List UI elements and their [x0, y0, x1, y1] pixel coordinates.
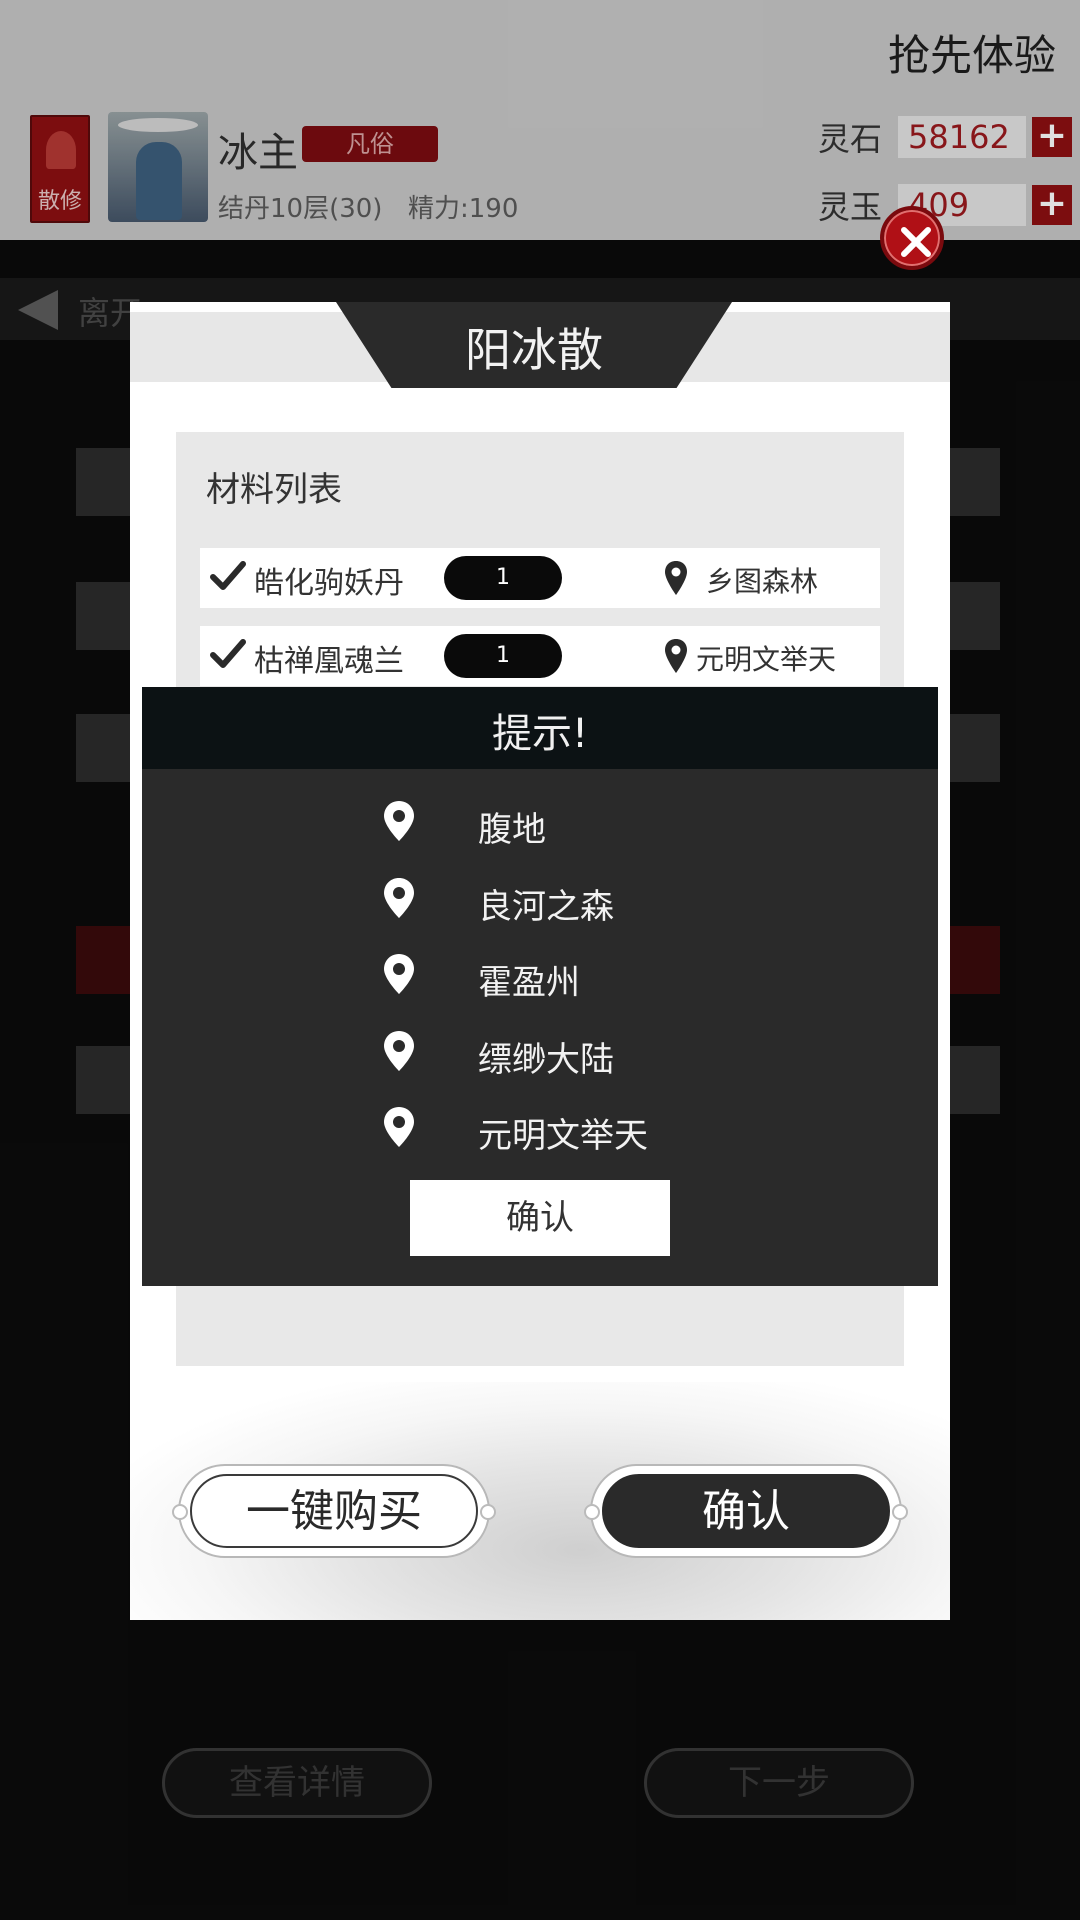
map-pin-icon [665, 561, 687, 595]
hint-location-item[interactable]: 良河之森 [142, 869, 938, 929]
material-name: 枯禅凰魂兰 [254, 644, 404, 679]
button-knob [480, 1504, 496, 1520]
map-pin-icon [384, 801, 414, 841]
dialog-confirm-label: 确认 [602, 1474, 890, 1548]
check-icon [210, 561, 246, 590]
dialog-confirm-button[interactable]: 确认 [584, 1464, 908, 1558]
map-pin-icon [384, 1031, 414, 1071]
hint-popup: 提示! 腹地 良河之森 霍盈州 缥缈大陆 元明文举天 确认 [142, 687, 938, 1286]
map-pin-icon [384, 1107, 414, 1147]
hint-location-item[interactable]: 霍盈州 [142, 945, 938, 1005]
check-icon [210, 639, 246, 668]
hint-location-item[interactable]: 缥缈大陆 [142, 1022, 938, 1082]
material-location[interactable]: 乡图森林 [706, 560, 818, 600]
hint-location-name: 腹地 [478, 810, 546, 850]
material-count: 1 [444, 556, 562, 600]
close-icon [901, 227, 931, 257]
hint-location-name: 霍盈州 [478, 963, 580, 1003]
map-pin-icon [665, 639, 687, 673]
materials-header: 材料列表 [206, 470, 342, 510]
hint-confirm-button[interactable]: 确认 [410, 1180, 670, 1256]
buy-all-label: 一键购买 [190, 1474, 478, 1548]
material-count: 1 [444, 634, 562, 678]
button-knob [172, 1504, 188, 1520]
hint-location-name: 缥缈大陆 [478, 1040, 614, 1080]
map-pin-icon [384, 878, 414, 918]
hint-location-name: 良河之森 [478, 887, 614, 927]
buy-all-button[interactable]: 一键购买 [172, 1464, 496, 1558]
material-name: 皓化驹妖丹 [254, 566, 404, 601]
button-knob [584, 1504, 600, 1520]
hint-title: 提示! [491, 711, 589, 757]
map-pin-icon [384, 954, 414, 994]
material-location[interactable]: 元明文举天 [696, 638, 836, 678]
material-row[interactable]: 皓化驹妖丹 1 乡图森林 [200, 548, 880, 608]
hint-location-name: 元明文举天 [478, 1116, 648, 1156]
close-dialog-button[interactable] [880, 206, 944, 270]
button-knob [892, 1504, 908, 1520]
hint-location-item[interactable]: 元明文举天 [142, 1098, 938, 1158]
dialog-title: 阳冰散 [465, 323, 603, 377]
hint-location-item[interactable]: 腹地 [142, 792, 938, 852]
material-row[interactable]: 枯禅凰魂兰 1 元明文举天 [200, 626, 880, 686]
